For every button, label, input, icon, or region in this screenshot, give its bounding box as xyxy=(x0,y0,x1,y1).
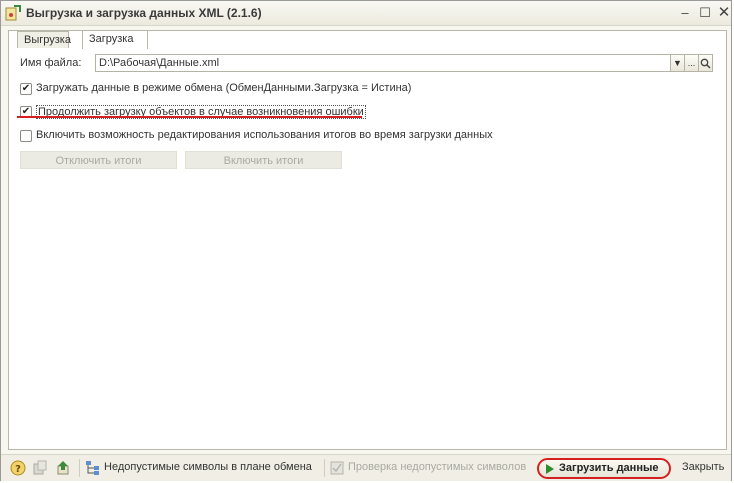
exchange-mode-label: Загружать данные в режиме обмена (ОбменД… xyxy=(36,82,412,94)
magnifier-icon xyxy=(700,58,711,69)
file-open-button[interactable] xyxy=(698,54,713,72)
file-dropdown-button[interactable]: ▼ xyxy=(670,54,685,72)
toolbar-separator xyxy=(324,459,325,477)
window-title: Выгрузка и загрузка данных XML (2.1.6) xyxy=(26,6,262,20)
edit-totals-label: Включить возможность редактирования испо… xyxy=(36,129,493,141)
close-window-button[interactable]: ✕ xyxy=(715,4,733,22)
disable-totals-button[interactable]: Отключить итоги xyxy=(20,151,177,169)
check-symbols-button[interactable]: Проверка недопустимых символов xyxy=(348,461,526,473)
bottom-toolbar: ? Недопустимые символы в плане обмена Пр… xyxy=(1,454,731,481)
toolbar-separator xyxy=(79,459,80,477)
load-data-label: Загрузить данные xyxy=(559,462,659,474)
tab-export[interactable]: Выгрузка xyxy=(17,31,71,48)
load-data-button[interactable]: Загрузить данные xyxy=(537,458,671,479)
save-icon[interactable] xyxy=(32,460,48,476)
title-bar: Выгрузка и загрузка данных XML (2.1.6) –… xyxy=(1,1,731,26)
check-icon xyxy=(330,461,344,475)
tab-import[interactable]: Загрузка xyxy=(82,30,148,49)
app-icon xyxy=(5,5,21,21)
exchange-mode-checkbox[interactable]: ✔ xyxy=(20,83,32,95)
invalid-symbols-button[interactable]: Недопустимые символы в плане обмена xyxy=(104,461,312,473)
minimize-button[interactable]: – xyxy=(676,4,694,22)
tree-icon xyxy=(86,461,99,475)
help-icon[interactable]: ? xyxy=(10,460,26,476)
file-name-label: Имя файла: xyxy=(20,57,82,69)
maximize-button[interactable]: ☐ xyxy=(696,4,714,22)
edit-totals-checkbox[interactable] xyxy=(20,130,32,142)
file-browse-button[interactable]: ... xyxy=(684,54,699,72)
svg-text:?: ? xyxy=(15,464,21,475)
play-icon xyxy=(546,464,554,474)
close-button[interactable]: Закрыть xyxy=(682,461,724,473)
enable-totals-button[interactable]: Включить итоги xyxy=(185,151,342,169)
main-window: Выгрузка и загрузка данных XML (2.1.6) –… xyxy=(0,0,732,481)
file-name-input[interactable]: D:\Рабочая\Данные.xml xyxy=(95,54,671,72)
highlight-underline xyxy=(17,116,362,118)
form-panel: Выгрузка Загрузка Имя файла: D:\Рабочая\… xyxy=(8,30,727,450)
import-icon[interactable] xyxy=(56,460,72,476)
